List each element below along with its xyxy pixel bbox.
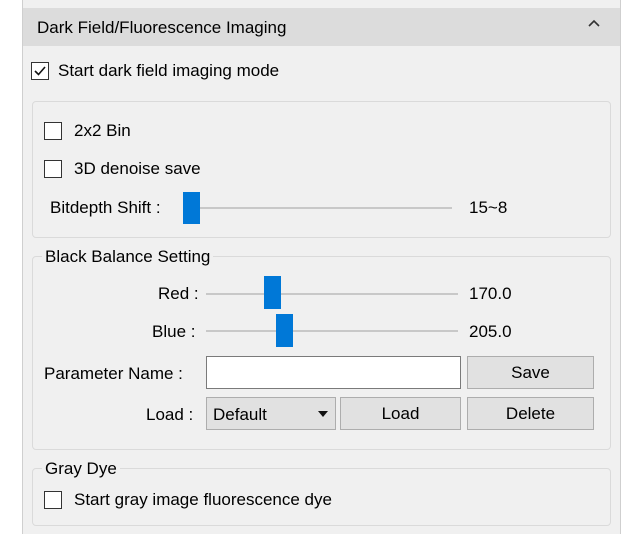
gray-dye-label: Start gray image fluorescence dye	[74, 490, 332, 509]
load-label: Load :	[146, 405, 194, 424]
bitdepth-slider-track[interactable]	[184, 207, 452, 209]
black-balance-title: Black Balance Setting	[42, 247, 214, 267]
red-label: Red :	[158, 284, 199, 303]
blue-slider-thumb[interactable]	[276, 314, 293, 347]
red-slider-track[interactable]	[206, 293, 458, 295]
bin-label: 2x2 Bin	[74, 121, 131, 140]
red-slider-thumb[interactable]	[264, 276, 281, 309]
bitdepth-label: Bitdepth Shift :	[50, 198, 161, 217]
bitdepth-slider-thumb[interactable]	[183, 192, 200, 224]
load-select[interactable]: Default	[206, 397, 336, 430]
panel-title: Dark Field/Fluorescence Imaging	[37, 18, 287, 37]
dark-field-label: Start dark field imaging mode	[58, 61, 280, 80]
load-selected-value: Default	[213, 405, 267, 424]
gray-dye-title: Gray Dye	[42, 459, 120, 479]
blue-slider-track[interactable]	[206, 330, 458, 332]
parameter-name-label: Parameter Name :	[44, 364, 183, 383]
red-value: 170.0	[469, 284, 512, 303]
load-button[interactable]: Load	[340, 397, 461, 430]
parameter-name-input[interactable]	[206, 356, 461, 389]
bin-checkbox[interactable]	[44, 122, 62, 140]
bitdepth-value: 15~8	[469, 198, 508, 217]
blue-value: 205.0	[469, 322, 512, 341]
dark-field-checkbox[interactable]	[31, 62, 49, 80]
gray-dye-checkbox[interactable]	[44, 491, 62, 509]
blue-label: Blue :	[152, 322, 196, 341]
delete-button[interactable]: Delete	[467, 397, 594, 430]
chevron-up-icon[interactable]	[587, 18, 601, 28]
save-button[interactable]: Save	[467, 356, 594, 389]
denoise-label: 3D denoise save	[74, 159, 201, 178]
check-mark-icon	[34, 66, 46, 76]
dropdown-arrow-icon	[318, 411, 328, 417]
denoise-checkbox[interactable]	[44, 160, 62, 178]
